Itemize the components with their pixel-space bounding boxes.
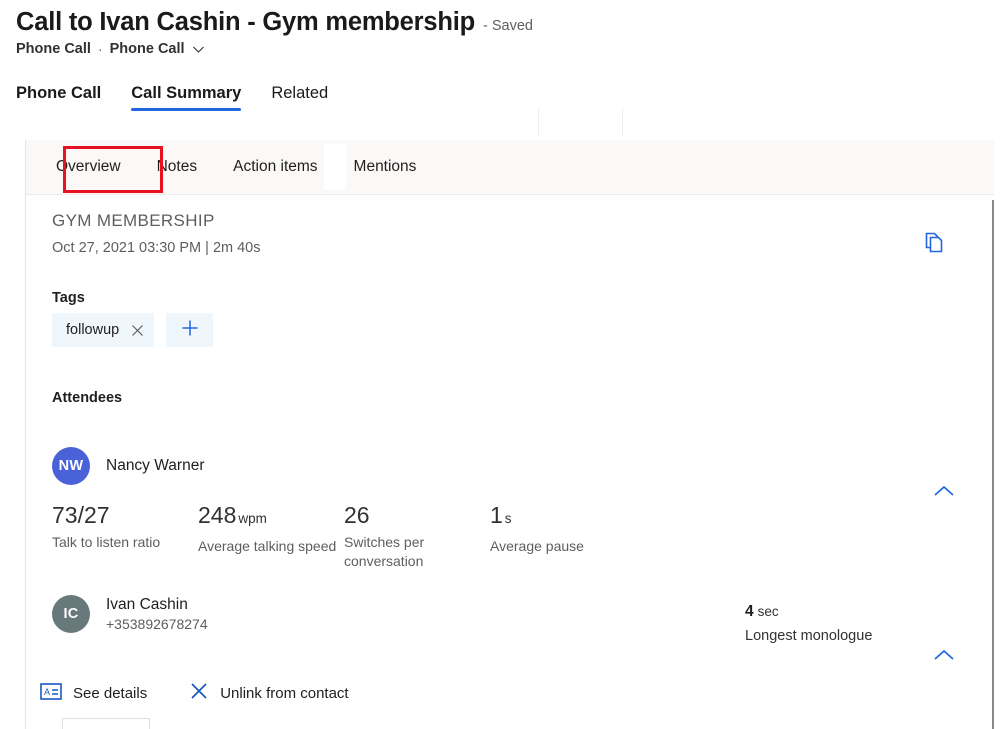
attendee-header[interactable]: IC Ivan Cashin +353892678274 [52, 595, 208, 633]
main-tab-bar: Phone Call Call Summary Related [16, 84, 358, 111]
close-icon[interactable] [131, 324, 144, 337]
sub-tab-overview[interactable]: Overview [38, 149, 139, 185]
copy-icon[interactable] [922, 231, 946, 260]
tab-phone-call[interactable]: Phone Call [16, 84, 101, 111]
conversation-meta: Oct 27, 2021 03:30 PM | 2m 40s [52, 240, 261, 256]
metric-value: 73/27 [52, 502, 198, 528]
sub-tab-action-items[interactable]: Action items [215, 149, 335, 185]
tag-chip[interactable]: followup [52, 313, 154, 347]
save-status: - Saved [483, 18, 533, 34]
metric-average-pause: 1s Average pause [490, 502, 650, 571]
tag-label: followup [66, 322, 119, 338]
metric-label: Switches per conversation [344, 533, 490, 571]
attendee-nancy-warner: NW Nancy Warner [52, 447, 204, 485]
attendee-ivan-cashin: IC Ivan Cashin +353892678274 [52, 595, 208, 633]
chevron-down-icon[interactable] [192, 43, 205, 56]
unlink-from-contact-button[interactable]: Unlink from contact [189, 681, 348, 706]
tab-call-summary[interactable]: Call Summary [131, 84, 241, 111]
record-title-line: Call to Ivan Cashin - Gym membership - S… [16, 6, 976, 38]
attendee-phone: +353892678274 [106, 616, 208, 632]
unlink-close-icon [189, 681, 209, 706]
metric-unit: sec [758, 604, 779, 619]
attendee-name: Nancy Warner [106, 457, 204, 475]
plus-icon [180, 318, 200, 343]
add-tag-button[interactable] [166, 313, 213, 347]
attendee-identity: Ivan Cashin +353892678274 [90, 596, 208, 632]
see-details-label: See details [73, 685, 147, 702]
metric-switches-per-conversation: 26 Switches per conversation [344, 502, 490, 571]
svg-text:A: A [44, 687, 50, 697]
avatar: NW [52, 447, 90, 485]
metric-value: 1s [490, 502, 650, 532]
metric-number: 4 [745, 603, 754, 620]
contact-card-icon: A [40, 683, 62, 705]
call-summary-page: Call to Ivan Cashin - Gym membership - S… [0, 0, 1000, 729]
chevron-up-icon[interactable] [931, 483, 957, 504]
contact-actions: A See details Unlink from contact [40, 681, 391, 706]
metric-unit: wpm [238, 511, 267, 526]
unlink-label: Unlink from contact [220, 685, 348, 702]
avatar: IC [52, 595, 90, 633]
conversation-title: GYM MEMBERSHIP [52, 211, 215, 231]
metric-talk-to-listen-ratio: 73/27 Talk to listen ratio [52, 502, 198, 571]
bottom-panel-edge [62, 718, 150, 729]
attendee-name: Ivan Cashin [106, 596, 208, 614]
call-summary-panel: Overview Notes Action items Mentions GYM… [25, 140, 993, 729]
metric-longest-monologue: 4 sec Longest monologue [745, 599, 872, 646]
metric-label: Talk to listen ratio [52, 533, 198, 552]
tags-section-label: Tags [52, 290, 85, 306]
page-title: Call to Ivan Cashin - Gym membership [16, 6, 475, 38]
metric-number: 248 [198, 502, 236, 528]
chevron-up-icon[interactable] [931, 647, 957, 668]
metric-label: Average talking speed [198, 537, 344, 556]
see-details-button[interactable]: A See details [40, 683, 147, 705]
sub-tab-bar: Overview Notes Action items Mentions [26, 140, 994, 195]
metric-label: Longest monologue [745, 627, 872, 646]
attendees-section-label: Attendees [52, 390, 122, 406]
metric-value: 4 sec [745, 599, 872, 625]
breadcrumb-form[interactable]: Phone Call [110, 41, 185, 57]
metric-label: Average pause [490, 537, 650, 556]
metric-unit: s [505, 511, 512, 526]
sub-tab-mentions[interactable]: Mentions [336, 149, 435, 185]
metric-average-talking-speed: 248wpm Average talking speed [198, 502, 344, 571]
metric-value: 248wpm [198, 502, 344, 532]
sub-tab-notes[interactable]: Notes [139, 149, 216, 185]
vertical-scrollbar[interactable] [992, 200, 994, 729]
breadcrumb-entity: Phone Call [16, 41, 91, 57]
header-divider-1 [538, 108, 539, 136]
metric-value: 26 [344, 502, 490, 528]
overview-body: GYM MEMBERSHIP Oct 27, 2021 03:30 PM | 2… [26, 195, 994, 729]
record-header: Call to Ivan Cashin - Gym membership - S… [16, 6, 976, 57]
tag-list: followup [52, 313, 213, 347]
header-divider-2 [622, 108, 623, 136]
attendee-metrics: 73/27 Talk to listen ratio 248wpm Averag… [52, 502, 650, 571]
breadcrumb-separator: · [98, 41, 103, 57]
breadcrumb: Phone Call · Phone Call [16, 41, 976, 57]
metric-number: 1 [490, 502, 503, 528]
sub-tab-mentions-label: Mentions [354, 158, 417, 175]
attendee-header[interactable]: NW Nancy Warner [52, 447, 204, 485]
tab-related[interactable]: Related [271, 84, 328, 111]
